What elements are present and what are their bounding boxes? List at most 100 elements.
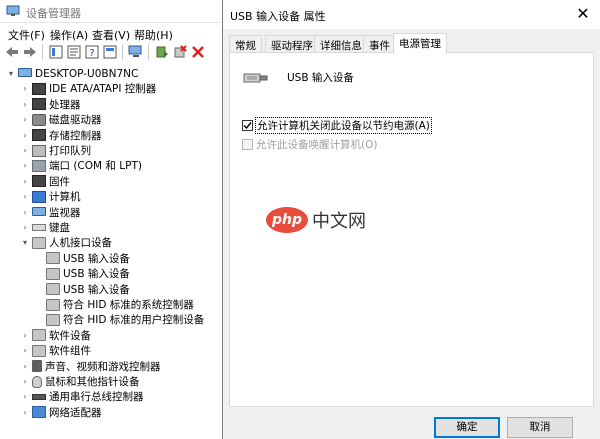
expand-arrow-icon[interactable]: › xyxy=(20,208,30,217)
expand-arrow-icon[interactable]: › xyxy=(20,377,30,386)
expand-arrow-icon[interactable]: › xyxy=(20,331,30,340)
tree-item[interactable]: › 磁盘驱动器 xyxy=(20,112,102,127)
tree-item-label: 符合 HID 标准的系统控制器 xyxy=(63,299,194,311)
dialog-tabs: 常规 驱动程序 详细信息 事件 电源管理 xyxy=(229,33,595,54)
help-icon[interactable]: ? xyxy=(84,44,100,60)
mouse-icon xyxy=(32,375,42,388)
allow-power-off-checkbox[interactable] xyxy=(242,120,253,131)
tree-root[interactable]: ▾ DESKTOP-U0BN7NC xyxy=(6,66,138,81)
tab-details[interactable]: 详细信息 xyxy=(314,35,368,53)
expand-arrow-icon[interactable]: › xyxy=(20,362,30,371)
menu-view[interactable]: 查看(V) xyxy=(92,27,130,43)
back-arrow-icon[interactable] xyxy=(4,44,20,60)
tree-item[interactable]: ▾ 人机接口设备 xyxy=(20,235,112,250)
expand-arrow-icon[interactable]: › xyxy=(20,100,30,109)
tree-item-label: USB 输入设备 xyxy=(63,283,130,296)
svg-text:?: ? xyxy=(89,48,94,59)
watermark-logo: php xyxy=(266,207,308,233)
tree-item[interactable]: 符合 HID 标准的用户控制设备 xyxy=(34,312,204,327)
menu-file[interactable]: 文件(F) xyxy=(8,27,45,43)
expand-arrow-icon[interactable]: › xyxy=(20,223,30,232)
tree-item-label: 打印队列 xyxy=(49,145,91,157)
tree-item-label: 软件设备 xyxy=(49,329,91,342)
printer-icon xyxy=(32,144,46,157)
tree-item[interactable]: 符合 HID 标准的系统控制器 xyxy=(34,297,194,312)
tree-item-label: 监视器 xyxy=(49,206,81,219)
watermark-text: 中文网 xyxy=(312,211,366,232)
expand-arrow-icon[interactable]: › xyxy=(20,192,30,201)
tab-general[interactable]: 常规 xyxy=(229,35,262,53)
tree-item[interactable]: › 存储控制器 xyxy=(20,128,102,143)
tree-item[interactable]: › 监视器 xyxy=(20,205,81,220)
tree-item[interactable]: › 处理器 xyxy=(20,97,81,112)
allow-power-off-option[interactable]: 允许计算机关闭此设备以节约电源(A) xyxy=(242,117,432,134)
hid-icon xyxy=(46,313,60,326)
chip-icon xyxy=(32,82,46,95)
tree-item[interactable]: › 固件 xyxy=(20,174,70,189)
ok-button[interactable]: 确定 xyxy=(434,417,500,438)
tab-power-management[interactable]: 电源管理 xyxy=(393,33,447,54)
forward-arrow-icon[interactable] xyxy=(22,44,38,60)
tab-events[interactable]: 事件 xyxy=(363,35,396,53)
device-name: USB 输入设备 xyxy=(287,72,354,84)
toolbar: ? xyxy=(0,42,230,62)
tree-item[interactable]: › 键盘 xyxy=(20,220,70,235)
tree-item[interactable]: › 鼠标和其他指针设备 xyxy=(20,374,140,389)
hid-device-icon xyxy=(243,73,268,83)
tree-item-label: IDE ATA/ATAPI 控制器 xyxy=(49,83,157,96)
expand-arrow-icon[interactable]: › xyxy=(20,131,30,140)
expand-arrow-icon[interactable]: › xyxy=(20,115,30,124)
tree-item[interactable]: › 端口 (COM 和 LPT) xyxy=(20,158,142,173)
tree-item[interactable]: › IDE ATA/ATAPI 控制器 xyxy=(20,81,156,96)
tree-item-label: DESKTOP-U0BN7NC xyxy=(35,67,139,80)
grey-icon xyxy=(32,159,46,172)
expand-arrow-icon[interactable]: › xyxy=(20,146,30,155)
menu-help[interactable]: 帮助(H) xyxy=(134,27,173,43)
cancel-button[interactable]: 取消 xyxy=(507,417,573,438)
disable-device-icon[interactable] xyxy=(172,44,188,60)
expand-arrow-icon[interactable]: › xyxy=(20,84,30,93)
device-manager-title: 设备管理器 xyxy=(26,7,81,20)
hid-icon xyxy=(32,344,46,357)
collapse-arrow-icon[interactable]: ▾ xyxy=(20,238,30,247)
chip-icon xyxy=(32,98,46,111)
tree-item[interactable]: › 软件设备 xyxy=(20,328,91,343)
tree-item-label: 软件组件 xyxy=(49,345,91,358)
allow-wake-option: 允许此设备唤醒计算机(O) xyxy=(242,137,377,152)
expand-arrow-icon[interactable]: › xyxy=(20,346,30,355)
allow-power-off-label[interactable]: 允许计算机关闭此设备以节约电源(A) xyxy=(255,117,432,134)
tree-item[interactable]: › 软件组件 xyxy=(20,343,91,358)
tree-item-label: 网络适配器 xyxy=(49,406,102,419)
expand-arrow-icon[interactable]: › xyxy=(20,392,30,401)
tree-item[interactable]: USB 输入设备 xyxy=(34,251,130,266)
tree-item-label: 声音、视频和游戏控制器 xyxy=(45,360,161,373)
tree-item[interactable]: › 声音、视频和游戏控制器 xyxy=(20,359,161,374)
show-hide-tree-icon[interactable] xyxy=(48,44,64,60)
tab-driver[interactable]: 驱动程序 xyxy=(265,35,319,53)
tree-item[interactable]: › 计算机 xyxy=(20,189,81,204)
tree-item[interactable]: USB 输入设备 xyxy=(34,282,130,297)
tree-item[interactable]: › 通用串行总线控制器 xyxy=(20,389,144,404)
collapse-arrow-icon[interactable]: ▾ xyxy=(6,69,16,78)
tree-item[interactable]: USB 输入设备 xyxy=(34,266,130,281)
expand-arrow-icon[interactable]: › xyxy=(20,408,30,417)
hid-icon xyxy=(46,267,60,280)
expand-arrow-icon[interactable]: › xyxy=(20,161,30,170)
tree-item-label: 磁盘驱动器 xyxy=(49,114,102,127)
properties-icon[interactable] xyxy=(66,44,82,60)
dialog-titlebar[interactable]: USB 输入设备 属性 ✕ xyxy=(223,0,600,29)
tree-item-label: 计算机 xyxy=(49,191,81,204)
view-icon[interactable] xyxy=(102,44,118,60)
uninstall-device-icon[interactable] xyxy=(190,44,206,60)
scan-hardware-icon[interactable] xyxy=(128,44,144,60)
hid-icon xyxy=(46,252,60,265)
menu-action[interactable]: 操作(A) xyxy=(50,27,88,43)
hid-icon xyxy=(32,329,46,342)
expand-arrow-icon[interactable]: › xyxy=(20,177,30,186)
tree-item-label: 固件 xyxy=(49,175,70,188)
update-driver-icon[interactable] xyxy=(154,44,170,60)
close-icon[interactable]: ✕ xyxy=(573,4,593,24)
tree-item-label: 通用串行总线控制器 xyxy=(49,391,144,404)
tree-item[interactable]: › 网络适配器 xyxy=(20,405,102,420)
tree-item[interactable]: › 打印队列 xyxy=(20,143,91,158)
